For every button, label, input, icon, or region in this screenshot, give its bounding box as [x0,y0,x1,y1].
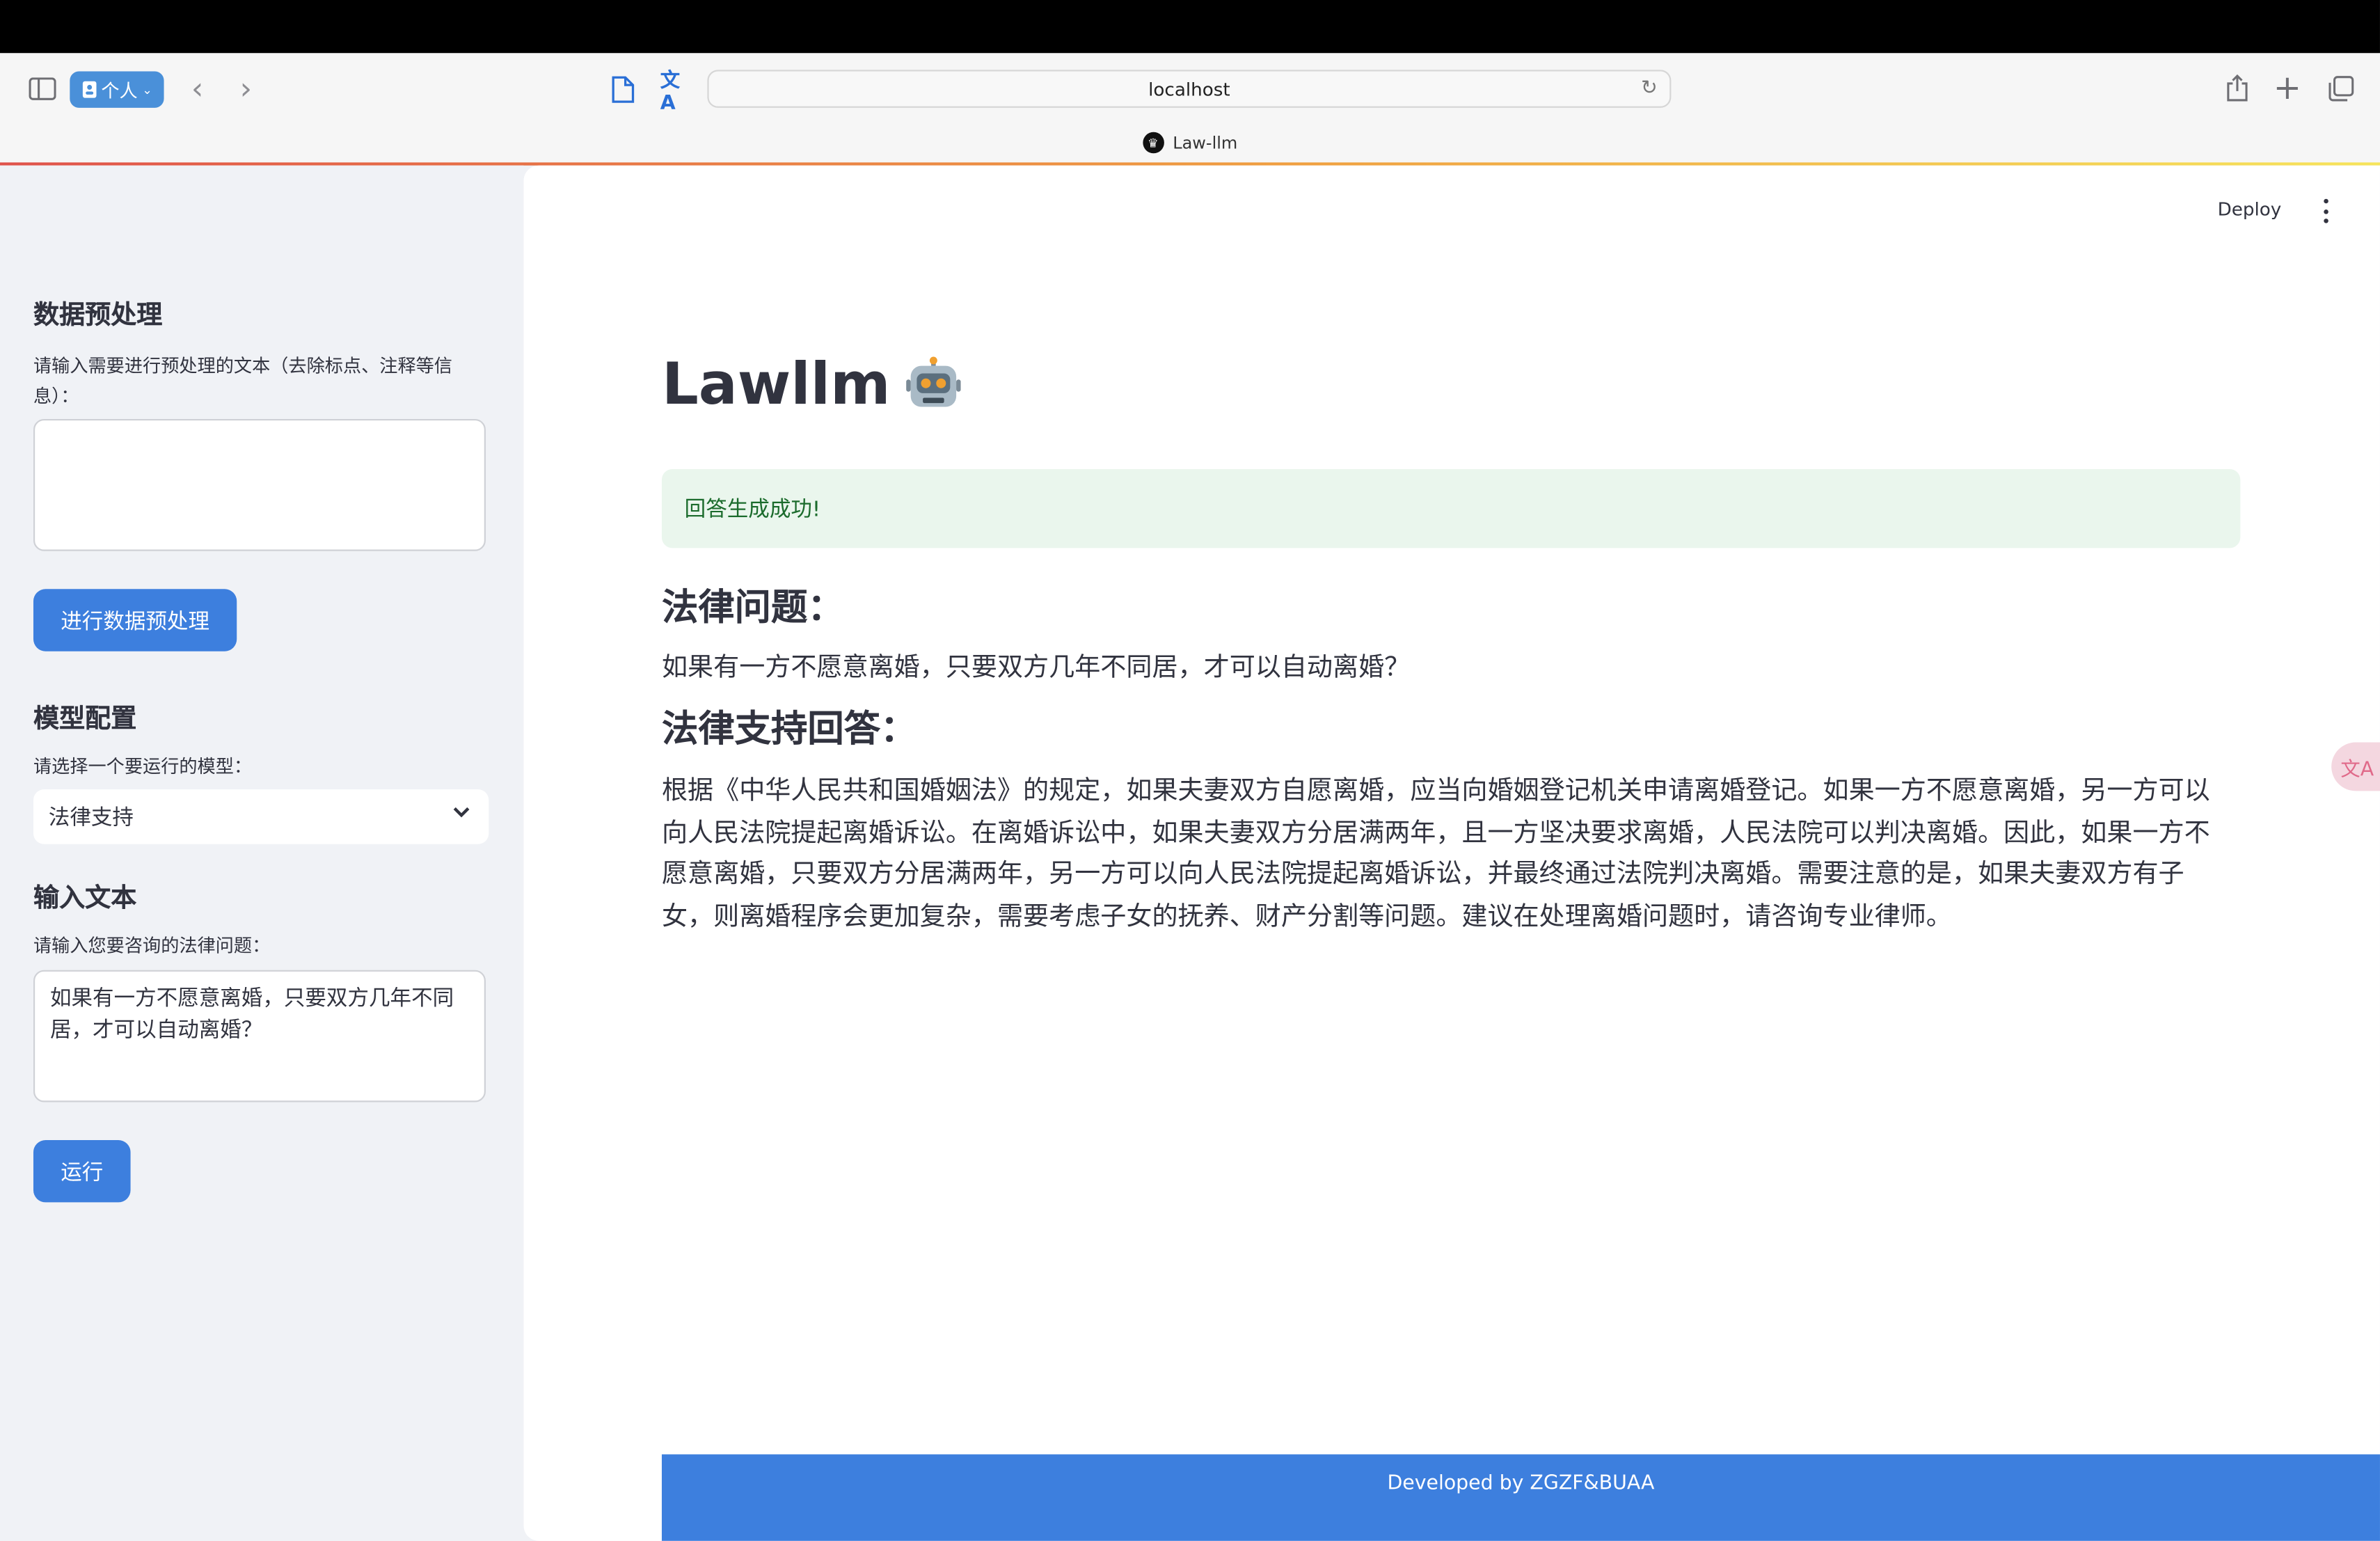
preprocess-button[interactable]: 进行数据预处理 [33,589,237,651]
answer-heading: 法律支持回答： [661,707,917,750]
profile-button[interactable]: 个人 ⌄ [70,71,164,108]
browser-toolbar: 个人 ⌄ ‹ › 文A localhost ↻ + ♛ Law-llm [0,53,2380,164]
answer-text: 根据《中华人民共和国婚姻法》的规定，如果夫妻双方自愿离婚，应当向婚姻登记机关申请… [661,775,2210,932]
run-button[interactable]: 运行 [33,1140,131,1203]
model-heading: 模型配置 [33,704,137,735]
model-label: 请选择一个要运行的模型： [33,756,253,777]
profile-label: 个人 [101,79,138,102]
footer-text: Developed by ZGZF&BUAA [1387,1472,1655,1496]
question-input[interactable]: 如果有一方不愿意离婚，只要双方几年不同居，才可以自动离婚？ [33,970,486,1103]
robot-icon [905,356,960,407]
favicon-icon: ♛ [1142,132,1164,154]
input-heading: 输入文本 [33,883,137,915]
chevron-down-icon [452,802,470,825]
question-heading: 法律问题： [661,585,844,629]
preprocess-label: 请输入需要进行预处理的文本（去除标点、注释等信息）： [33,355,453,407]
model-select[interactable]: 法律支持 [33,789,489,844]
deploy-button[interactable]: Deploy [2218,199,2282,221]
share-icon[interactable] [2222,72,2253,105]
profile-icon [82,81,96,98]
back-icon[interactable]: ‹ [182,70,213,106]
browser-tab[interactable]: ♛ Law-llm [0,132,2380,154]
success-alert: 回答生成成功! [661,468,2241,548]
address-bar[interactable]: localhost ↻ [707,70,1672,108]
menu-bar [0,0,2380,54]
preprocess-input[interactable] [33,418,486,551]
preprocess-heading: 数据预处理 [33,300,163,331]
translate-icon[interactable]: 文A [660,70,691,115]
sidebar: 数据预处理 请输入需要进行预处理的文本（去除标点、注释等信息）： 进行数据预处理… [0,165,524,1541]
input-label: 请输入您要咨询的法律问题： [33,935,271,957]
sidebar-toggle-icon[interactable] [27,74,58,102]
model-select-value: 法律支持 [48,806,134,831]
forward-icon[interactable]: › [231,70,262,106]
tab-title: Law-llm [1173,132,1238,153]
chevron-down-icon: ⌄ [142,82,152,97]
floating-translate-icon[interactable]: 文A [2331,742,2380,791]
page-icon[interactable] [609,74,636,105]
question-text: 如果有一方不愿意离婚，只要双方几年不同居，才可以自动离婚？ [661,652,1411,683]
tab-overview-icon[interactable] [2325,73,2356,104]
more-menu-icon[interactable] [2318,198,2333,223]
footer: Developed by ZGZF&BUAA [661,1454,2380,1541]
new-tab-icon[interactable]: + [2272,69,2303,107]
main-content: Deploy Lawllm 回答生成成功! 法律问题： 如果有一方不愿意离婚，只… [523,165,2380,1541]
address-text: localhost [1148,78,1230,100]
page-title: Lawllm [662,351,960,418]
page-title-text: Lawllm [661,350,891,418]
reload-icon[interactable]: ↻ [1641,77,1658,100]
